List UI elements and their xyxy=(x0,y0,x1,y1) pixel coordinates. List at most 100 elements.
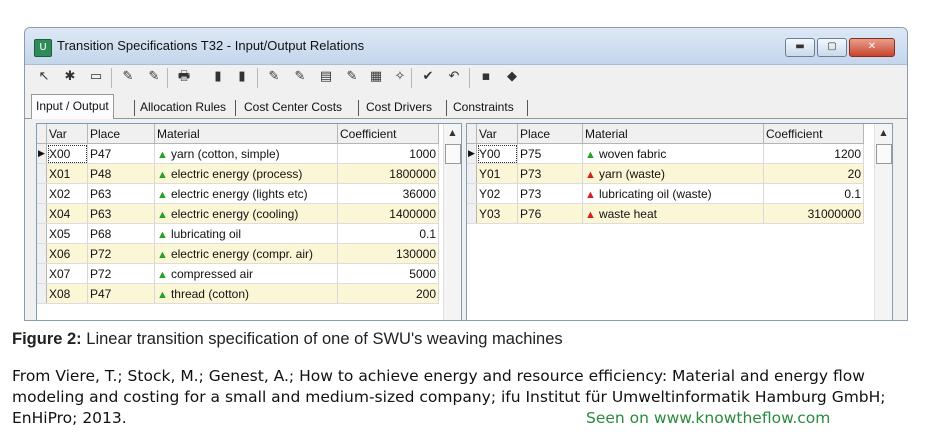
tab-allocation-rules[interactable]: Allocation Rules xyxy=(136,98,230,117)
cell-place[interactable]: P75 xyxy=(517,143,583,164)
cell-place[interactable]: P73 xyxy=(517,183,583,204)
table-row[interactable]: Y01 P73 ▲ yarn (waste) 20 xyxy=(467,163,864,184)
row-indicator[interactable] xyxy=(467,163,477,184)
col-header-var[interactable]: Var xyxy=(476,124,518,144)
cell-coefficient[interactable]: 36000 xyxy=(337,183,439,204)
row-indicator[interactable] xyxy=(37,243,47,264)
cell-place[interactable]: P73 xyxy=(517,163,583,184)
row-indicator[interactable] xyxy=(37,203,47,224)
cell-var[interactable]: Y02 xyxy=(476,183,518,204)
cell-place[interactable]: P76 xyxy=(517,203,583,224)
cell-material[interactable]: ▲ waste heat xyxy=(582,203,764,224)
cell-material[interactable]: ▲ electric energy (compr. air) xyxy=(154,243,338,264)
undo-icon[interactable]: ↶ xyxy=(445,68,463,86)
cell-var[interactable]: X02 xyxy=(46,183,88,204)
tab-cost-center-costs[interactable]: Cost Center Costs xyxy=(240,98,346,117)
cell-material[interactable]: ▲ thread (cotton) xyxy=(154,283,338,304)
cell-place[interactable]: P47 xyxy=(87,143,155,164)
edit2-icon[interactable]: ✎ xyxy=(145,68,163,86)
table-row[interactable]: Y03 P76 ▲ waste heat 31000000 xyxy=(467,203,864,224)
table-row[interactable]: X05 P68 ▲ lubricating oil 0.1 xyxy=(37,223,439,244)
star-new-icon[interactable]: ✱ xyxy=(61,68,79,86)
cell-material[interactable]: ▲ electric energy (lights etc) xyxy=(154,183,338,204)
row-indicator[interactable] xyxy=(467,203,477,224)
check-edit-icon[interactable]: ✎ xyxy=(343,68,361,86)
cell-material[interactable]: ▲ lubricating oil (waste) xyxy=(582,183,764,204)
scroll-up-icon[interactable]: ▲ xyxy=(444,124,461,141)
pen2-icon[interactable]: ✎ xyxy=(291,68,309,86)
scroll-thumb[interactable] xyxy=(445,144,461,164)
table-row[interactable]: X06 P72 ▲ electric energy (compr. air) 1300… xyxy=(37,243,439,264)
seen-on-link[interactable]: Seen on www.knowtheflow.com xyxy=(586,409,830,427)
current-row-indicator-icon[interactable]: ▶ xyxy=(37,143,47,164)
cell-place[interactable]: P63 xyxy=(87,183,155,204)
close-button[interactable]: ✕ xyxy=(849,38,895,57)
chart-icon[interactable]: ▤ xyxy=(317,68,335,86)
cell-var[interactable]: Y03 xyxy=(476,203,518,224)
scroll-thumb[interactable] xyxy=(876,144,892,164)
current-row-indicator-icon[interactable]: ▶ xyxy=(467,143,477,164)
cell-coefficient[interactable]: 200 xyxy=(337,283,439,304)
row-indicator[interactable] xyxy=(37,223,47,244)
check-icon[interactable]: ✔ xyxy=(419,68,437,86)
tab-cost-drivers[interactable]: Cost Drivers xyxy=(362,98,436,117)
tab-constraints[interactable]: Constraints xyxy=(449,98,518,117)
output-grid[interactable]: Var Place Material Coefficient ▶ Y00 P75 ▲ … xyxy=(466,123,893,320)
bottles2-icon[interactable]: ▮ xyxy=(233,68,251,86)
cell-coefficient[interactable]: 20 xyxy=(763,163,864,184)
tab-input-output[interactable]: Input / Output xyxy=(31,94,114,119)
cell-place[interactable]: P47 xyxy=(87,283,155,304)
cell-place[interactable]: P72 xyxy=(87,243,155,264)
cell-var[interactable]: Y00 xyxy=(476,143,518,164)
cell-place[interactable]: P63 xyxy=(87,203,155,224)
cell-place[interactable]: P48 xyxy=(87,163,155,184)
edit-icon[interactable]: ✎ xyxy=(119,68,137,86)
cell-material[interactable]: ▲ woven fabric xyxy=(582,143,764,164)
table-row[interactable]: X07 P72 ▲ compressed air 5000 xyxy=(37,263,439,284)
col-header-place[interactable]: Place xyxy=(87,124,155,144)
row-indicator[interactable] xyxy=(467,183,477,204)
cell-var[interactable]: X04 xyxy=(46,203,88,224)
wand-icon[interactable]: ✧ xyxy=(391,68,409,86)
scroll-up-icon[interactable]: ▲ xyxy=(875,124,892,141)
col-header-var[interactable]: Var xyxy=(46,124,88,144)
col-header-material[interactable]: Material xyxy=(154,124,338,144)
cell-var[interactable]: X08 xyxy=(46,283,88,304)
cell-var[interactable]: X05 xyxy=(46,223,88,244)
col-header-material[interactable]: Material xyxy=(582,124,764,144)
row-indicator[interactable] xyxy=(37,263,47,284)
col-header-coefficient[interactable]: Coefficient xyxy=(337,124,439,144)
output-scrollbar[interactable]: ▲ xyxy=(874,124,892,320)
minimize-button[interactable]: ▬ xyxy=(785,38,815,57)
cell-coefficient[interactable]: 1400000 xyxy=(337,203,439,224)
cell-material[interactable]: ▲ yarn (waste) xyxy=(582,163,764,184)
cell-place[interactable]: P68 xyxy=(87,223,155,244)
cell-coefficient[interactable]: 1800000 xyxy=(337,163,439,184)
cell-coefficient[interactable]: 0.1 xyxy=(337,223,439,244)
table-row[interactable]: ▶ X00 P47 ▲ yarn (cotton, simple) 1000 xyxy=(37,143,439,164)
row-indicator[interactable] xyxy=(37,283,47,304)
cell-var[interactable]: X01 xyxy=(46,163,88,184)
cell-var[interactable]: Y01 xyxy=(476,163,518,184)
table-row[interactable]: X01 P48 ▲ electric energy (process) 1800000 xyxy=(37,163,439,184)
book-icon[interactable]: ◆ xyxy=(503,68,521,86)
cell-var[interactable]: X00 xyxy=(46,143,88,164)
arrow-tool-icon[interactable]: ↖ xyxy=(35,68,53,86)
cell-coefficient[interactable]: 1000 xyxy=(337,143,439,164)
cell-material[interactable]: ▲ yarn (cotton, simple) xyxy=(154,143,338,164)
table-row[interactable]: X04 P63 ▲ electric energy (cooling) 1400000 xyxy=(37,203,439,224)
row-indicator[interactable] xyxy=(37,163,47,184)
row-indicator[interactable] xyxy=(37,183,47,204)
copy-icon[interactable]: ▭ xyxy=(87,68,105,86)
table-row[interactable]: ▶ Y00 P75 ▲ woven fabric 1200 xyxy=(467,143,864,164)
cell-var[interactable]: X06 xyxy=(46,243,88,264)
cell-coefficient[interactable]: 5000 xyxy=(337,263,439,284)
cell-place[interactable]: P72 xyxy=(87,263,155,284)
cell-material[interactable]: ▲ lubricating oil xyxy=(154,223,338,244)
save-icon[interactable]: ▪ xyxy=(477,68,495,86)
cell-material[interactable]: ▲ electric energy (cooling) xyxy=(154,203,338,224)
cell-material[interactable]: ▲ compressed air xyxy=(154,263,338,284)
input-grid[interactable]: Var Place Material Coefficient ▶ X00 P47 ▲ … xyxy=(36,123,462,320)
col-header-place[interactable]: Place xyxy=(517,124,583,144)
bottles-icon[interactable]: ▮ xyxy=(209,68,227,86)
